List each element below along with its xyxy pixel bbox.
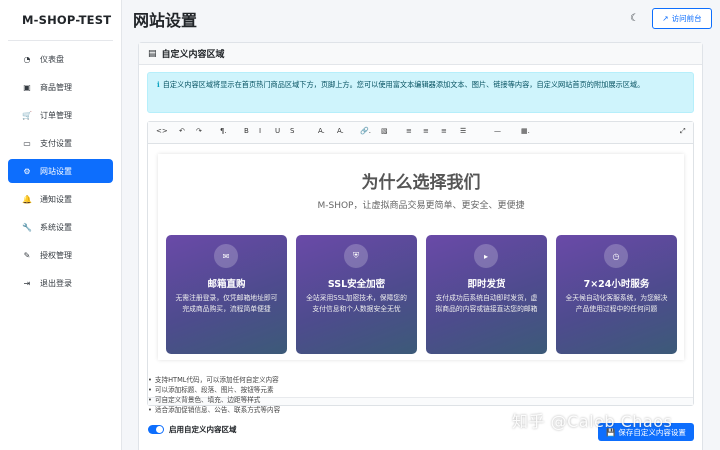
align-right-icon[interactable]: ≡ [441, 127, 447, 135]
sidebar-item-label: 支付设置 [40, 138, 72, 148]
sidebar-item-1[interactable]: ▣ 商品管理 [8, 75, 113, 99]
feature-desc: 无需注册登录，仅凭邮箱地址即可完成商品购买，流程简单便捷 [175, 294, 278, 313]
moon-icon[interactable]: ☾ [630, 13, 639, 24]
card-icon: ▭ [23, 138, 31, 148]
layout-icon: ▤ [148, 48, 157, 59]
sidebar-item-3[interactable]: ▭ 支付设置 [8, 131, 113, 155]
box-icon: ▣ [23, 82, 31, 92]
sidebar-item-label: 授权管理 [40, 250, 72, 260]
enable-toggle-label: 启用自定义内容区域 [169, 425, 237, 434]
feature-card: ◷ 7×24小时服务全天候自动化客服系统，为您解决产品使用过程中的任何问题 [556, 235, 677, 354]
dashboard-icon: ◔ [23, 54, 31, 64]
feature-title: SSL安全加密 [327, 279, 386, 290]
feature-title: 邮箱直购 [207, 279, 246, 290]
font-color-icon[interactable]: A. [318, 127, 325, 135]
custom-content-card: ▤ 自定义内容区域 ℹ 自定义内容区域将显示在首页热门商品区域下方，页脚上方。您可… [138, 42, 703, 450]
gear-icon: ⚙ [23, 166, 31, 176]
align-left-icon[interactable]: ≡ [406, 127, 412, 135]
feature-card: ✉ 邮箱直购无需注册登录，仅凭邮箱地址即可完成商品购买，流程简单便捷 [166, 235, 287, 354]
link-icon[interactable]: 🔗. [360, 127, 371, 135]
tip-item: 可自定义背景色、填充、边距等样式 [148, 395, 280, 405]
mail-icon: ✉ [214, 244, 238, 268]
tip-item: 支持HTML代码，可以添加任何自定义内容 [148, 375, 280, 385]
sidebar-nav: ◔ 仪表盘 ▣ 商品管理 🛒 订单管理 ▭ 支付设置 ⚙ 网站设置 🔔 通知设置 🔧 系统设置 ✎ 授权管理 ⇥… [0, 47, 121, 295]
redo-icon[interactable]: ↷ [196, 127, 202, 135]
strike-icon[interactable]: S [290, 127, 294, 135]
feature-card: ⛨ SSL安全加密全站采用SSL加密技术，保障您的支付信息和个人数据安全无忧 [296, 235, 417, 354]
shield-icon: ⛨ [344, 244, 368, 268]
sidebar-item-7[interactable]: ✎ 授权管理 [8, 243, 113, 267]
rich-text-editor[interactable]: <> ↶ ↷ ¶. B I U S A. A. 🔗. ▧ ≡ ≡ ≡ ☰ — ▦. ⤢ 为什么选择我们 M-SHOP… [147, 121, 694, 406]
visit-frontend-button[interactable]: ↗ 访问前台 [652, 8, 712, 29]
external-link-icon: ↗ [662, 14, 669, 23]
page-title: 网站设置 [133, 11, 198, 30]
table-icon[interactable]: ▦. [521, 127, 530, 135]
clock-icon: ◷ [604, 244, 628, 268]
sidebar-item-6[interactable]: 🔧 系统设置 [8, 215, 113, 239]
sidebar-item-2[interactable]: 🛒 订单管理 [8, 103, 113, 127]
cart-icon: 🛒 [22, 110, 32, 120]
italic-icon[interactable]: I [259, 127, 261, 135]
editor-toolbar: <> ↶ ↷ ¶. B I U S A. A. 🔗. ▧ ≡ ≡ ≡ ☰ — ▦. ⤢ [148, 122, 693, 144]
hr-icon[interactable]: — [494, 127, 501, 135]
list-icon[interactable]: ☰ [460, 127, 466, 135]
image-icon[interactable]: ▧ [381, 127, 388, 135]
key-icon: ✎ [23, 250, 31, 260]
content-subtitle: M-SHOP，让虚拟商品交易更简单、更安全、更便捷 [317, 201, 525, 211]
sidebar-item-label: 通知设置 [40, 194, 72, 204]
wrench-icon: 🔧 [22, 222, 32, 232]
sidebar-item-label: 仪表盘 [40, 54, 64, 64]
sidebar-item-5[interactable]: 🔔 通知设置 [8, 187, 113, 211]
sidebar-item-8[interactable]: ⇥ 退出登录 [8, 271, 113, 295]
code-view-icon[interactable]: <> [156, 127, 168, 135]
bell-icon: 🔔 [22, 194, 32, 204]
card-header: ▤ 自定义内容区域 [139, 43, 702, 65]
paragraph-icon[interactable]: ¶. [220, 127, 227, 135]
sidebar-item-label: 订单管理 [40, 110, 72, 120]
feature-desc: 支付成功后系统自动即时发货，虚拟商品的内容或链接直达您的邮箱 [435, 294, 538, 313]
editor-content[interactable]: 为什么选择我们 M-SHOP，让虚拟商品交易更简单、更安全、更便捷 ✉ 邮箱直购无… [158, 154, 684, 360]
enable-custom-content-switch[interactable] [148, 425, 164, 434]
sidebar-divider [8, 40, 113, 41]
sidebar-item-0[interactable]: ◔ 仪表盘 [8, 47, 113, 71]
bg-color-icon[interactable]: A. [337, 127, 344, 135]
tip-item: 可以添加标题、段落、图片、按钮等元素 [148, 385, 280, 395]
content-title: 为什么选择我们 [361, 173, 481, 193]
info-icon: ℹ [157, 80, 160, 89]
align-center-icon[interactable]: ≡ [423, 127, 429, 135]
sidebar: M-SHOP-TEST ◔ 仪表盘 ▣ 商品管理 🛒 订单管理 ▭ 支付设置 ⚙ 网站设置 🔔 通知设… [0, 0, 122, 450]
underline-icon[interactable]: U [275, 127, 280, 135]
watermark: 知乎 @Caleb Chaos [512, 412, 673, 431]
enable-toggle-row: 启用自定义内容区域 [148, 424, 237, 435]
sidebar-item-label: 网站设置 [40, 166, 72, 176]
sidebar-item-label: 商品管理 [40, 82, 72, 92]
undo-icon[interactable]: ↶ [179, 127, 185, 135]
visit-frontend-label: 访问前台 [671, 14, 702, 23]
feature-title: 即时发货 [467, 279, 506, 290]
feature-title: 7×24小时服务 [583, 279, 650, 290]
tips-list: 支持HTML代码，可以添加任何自定义内容可以添加标题、段落、图片、按钮等元素可自… [148, 375, 280, 415]
fullscreen-icon[interactable]: ⤢ [680, 127, 686, 136]
brand-logo[interactable]: M-SHOP-TEST [0, 0, 121, 40]
sidebar-item-4[interactable]: ⚙ 网站设置 [8, 159, 113, 183]
info-text: 自定义内容区域将显示在首页热门商品区域下方，页脚上方。您可以使用富文本编辑器添加… [162, 80, 645, 89]
card-title: 自定义内容区域 [161, 50, 225, 60]
sidebar-item-label: 退出登录 [40, 278, 72, 288]
logout-icon: ⇥ [23, 278, 31, 288]
sidebar-item-label: 系统设置 [40, 222, 72, 232]
send-icon: ▸ [474, 244, 498, 268]
feature-card: ▸ 即时发货支付成功后系统自动即时发货，虚拟商品的内容或链接直达您的邮箱 [426, 235, 547, 354]
bold-icon[interactable]: B [244, 127, 249, 135]
tip-item: 适合添加促销信息、公告、联系方式等内容 [148, 405, 280, 415]
feature-desc: 全天候自动化客服系统，为您解决产品使用过程中的任何问题 [565, 294, 668, 313]
feature-desc: 全站采用SSL加密技术，保障您的支付信息和个人数据安全无忧 [306, 294, 407, 313]
info-alert: ℹ 自定义内容区域将显示在首页热门商品区域下方，页脚上方。您可以使用富文本编辑器添… [147, 72, 694, 113]
